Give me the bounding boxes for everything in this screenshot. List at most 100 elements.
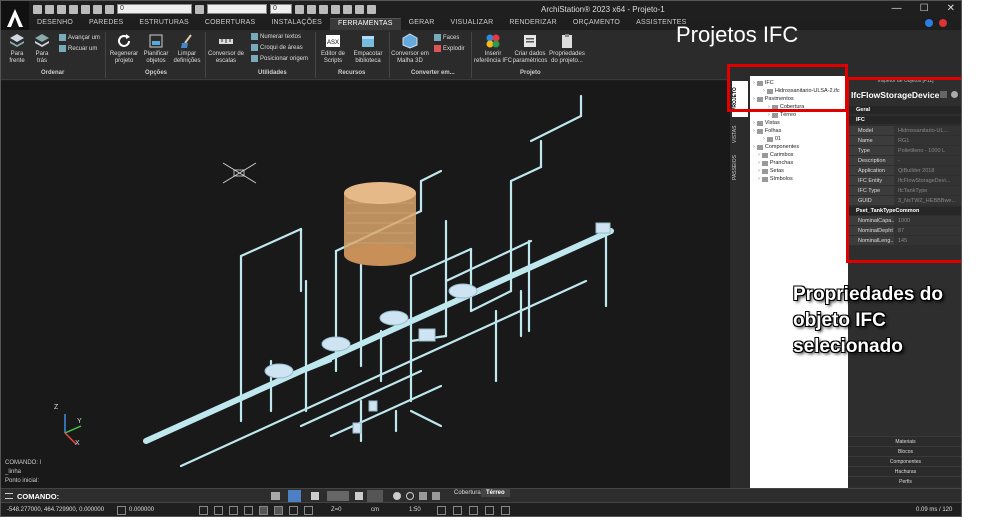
resource-button[interactable]: Componentes <box>848 456 961 466</box>
chevron-icon[interactable]: › <box>768 112 770 118</box>
menu-item[interactable]: ESTRUTURAS <box>131 18 196 30</box>
snap-icon[interactable] <box>199 506 208 515</box>
view-tab-terreo[interactable]: Térreo <box>481 489 510 497</box>
eraser-icon[interactable] <box>343 4 352 14</box>
croqui-button[interactable]: Croqui de áreas <box>251 44 303 51</box>
open-icon[interactable] <box>45 4 54 14</box>
print-icon[interactable] <box>69 4 78 14</box>
lineweight-icon[interactable] <box>304 506 313 515</box>
command-menu-icon[interactable] <box>5 493 13 499</box>
menu-item[interactable]: ORÇAMENTO <box>565 18 628 30</box>
para-tras-button[interactable]: Para trás <box>31 33 53 65</box>
render-icon[interactable] <box>355 492 363 500</box>
home-icon[interactable] <box>271 492 280 500</box>
tree-item[interactable]: › 01 <box>763 136 781 142</box>
tab-vistas[interactable]: VISTAS <box>732 121 748 147</box>
chevron-icon[interactable]: › <box>753 120 755 126</box>
chevron-icon[interactable]: › <box>758 176 760 182</box>
tree-item[interactable]: › Símbolos <box>758 176 793 182</box>
sun-icon[interactable] <box>437 506 446 515</box>
pen-icon[interactable] <box>295 4 304 14</box>
avancar-button[interactable]: Avançar um <box>59 34 100 41</box>
chevron-icon[interactable]: › <box>758 168 760 174</box>
chevron-icon[interactable]: › <box>753 144 755 150</box>
command-input[interactable] <box>61 491 261 501</box>
para-frente-button[interactable]: Para frente <box>5 33 29 65</box>
sphere-icon[interactable] <box>367 490 383 502</box>
regenerar-button[interactable]: Regenerar projeto <box>109 33 139 65</box>
options-icon[interactable] <box>501 506 510 515</box>
dropdown-icon[interactable] <box>367 4 376 14</box>
ortho-icon[interactable] <box>229 506 238 515</box>
chevron-icon[interactable]: › <box>763 136 765 142</box>
polar-icon[interactable] <box>244 506 253 515</box>
tab-passeios[interactable]: PASSEIOS <box>732 151 748 185</box>
propriedades-projeto-button[interactable]: Propriedades do projeto... <box>549 33 585 65</box>
box-icon[interactable] <box>311 492 319 500</box>
track-icon[interactable] <box>274 506 283 515</box>
scale-select[interactable]: 0 <box>270 4 292 14</box>
minimize-icon[interactable]: — <box>892 3 902 14</box>
tree-item[interactable]: › Setas <box>758 168 784 174</box>
zoom-icon[interactable] <box>432 492 440 500</box>
3d-viewport[interactable]: Z Y X <box>1 81 737 488</box>
conversor-3d-button[interactable]: Conversor em Malha 3D <box>391 33 429 65</box>
editor-scripts-button[interactable]: ASX Editor de Scripts <box>319 33 347 65</box>
linetype-select[interactable] <box>207 4 267 14</box>
pin-icon[interactable] <box>331 4 340 14</box>
chevron-icon[interactable]: › <box>758 152 760 158</box>
check-icon[interactable] <box>319 4 328 14</box>
menu-item[interactable]: COBERTURAS <box>197 18 264 30</box>
resource-button[interactable]: Perfis <box>848 476 961 486</box>
help-icon[interactable] <box>925 19 933 27</box>
layer-icon[interactable] <box>105 4 114 14</box>
criar-dados-button[interactable]: Criar dados paramétricos <box>513 33 547 65</box>
numerar-button[interactable]: Numerar textos <box>251 33 301 40</box>
resource-button[interactable]: Blocos <box>848 446 961 456</box>
tree-item[interactable]: › Vistas <box>753 120 780 126</box>
save-icon[interactable] <box>57 4 66 14</box>
chevron-icon[interactable]: › <box>758 160 760 166</box>
posicionar-button[interactable]: Posicionar origem <box>251 55 308 62</box>
new-icon[interactable] <box>33 4 42 14</box>
menu-item[interactable]: RENDERIZAR <box>501 18 565 30</box>
grid-icon[interactable] <box>214 506 223 515</box>
menu-item[interactable]: DESENHO <box>29 18 81 30</box>
tree-item[interactable]: › Carimbos <box>758 152 793 158</box>
empacotar-button[interactable]: Empacotar biblioteca <box>351 33 385 65</box>
unit-selector[interactable]: cm <box>371 507 379 513</box>
menu-item[interactable]: GERAR <box>401 18 443 30</box>
visibility-icon[interactable] <box>469 506 478 515</box>
recuar-button[interactable]: Recuar um <box>59 45 97 52</box>
home-active-icon[interactable] <box>288 490 301 502</box>
close-icon[interactable]: ✕ <box>947 3 955 14</box>
limpar-button[interactable]: Limpar definições <box>172 33 202 65</box>
undo-icon[interactable] <box>81 4 90 14</box>
dyn-icon[interactable] <box>289 506 298 515</box>
menu-item[interactable]: INSTALAÇÕES <box>263 18 330 30</box>
explodir-button[interactable]: Explodir <box>434 45 465 52</box>
maximize-icon[interactable]: ☐ <box>920 3 929 14</box>
walk-icon[interactable] <box>419 492 427 500</box>
tree-item[interactable]: › Componentes <box>753 144 799 150</box>
settings-icon[interactable] <box>939 19 947 27</box>
tree-item[interactable]: › Pranchas <box>758 160 793 166</box>
tree-item[interactable]: › Térreo <box>768 112 796 118</box>
faces-button[interactable]: Faces <box>434 34 459 41</box>
gear-icon[interactable] <box>355 4 364 14</box>
z-level[interactable]: Z=0 <box>331 507 342 513</box>
inserir-ifc-button[interactable]: Inserir referência IFC <box>474 33 512 65</box>
menu-item[interactable]: VISUALIZAR <box>443 18 502 30</box>
orbit-icon[interactable] <box>406 492 414 500</box>
resource-button[interactable]: Hachuras <box>848 466 961 476</box>
color-icon[interactable] <box>195 4 204 14</box>
menu-item[interactable]: PAREDES <box>81 18 131 30</box>
planificar-button[interactable]: Planificar objetos <box>142 33 170 65</box>
menu-item[interactable]: FERRAMENTAS <box>330 18 401 30</box>
osnap-icon[interactable] <box>259 506 268 515</box>
scale-selector[interactable]: 1:50 <box>409 507 421 513</box>
layer-toggle-icon[interactable] <box>453 506 462 515</box>
chevron-icon[interactable]: › <box>753 128 755 134</box>
redo-icon[interactable] <box>93 4 102 14</box>
pan-icon[interactable] <box>393 492 401 500</box>
